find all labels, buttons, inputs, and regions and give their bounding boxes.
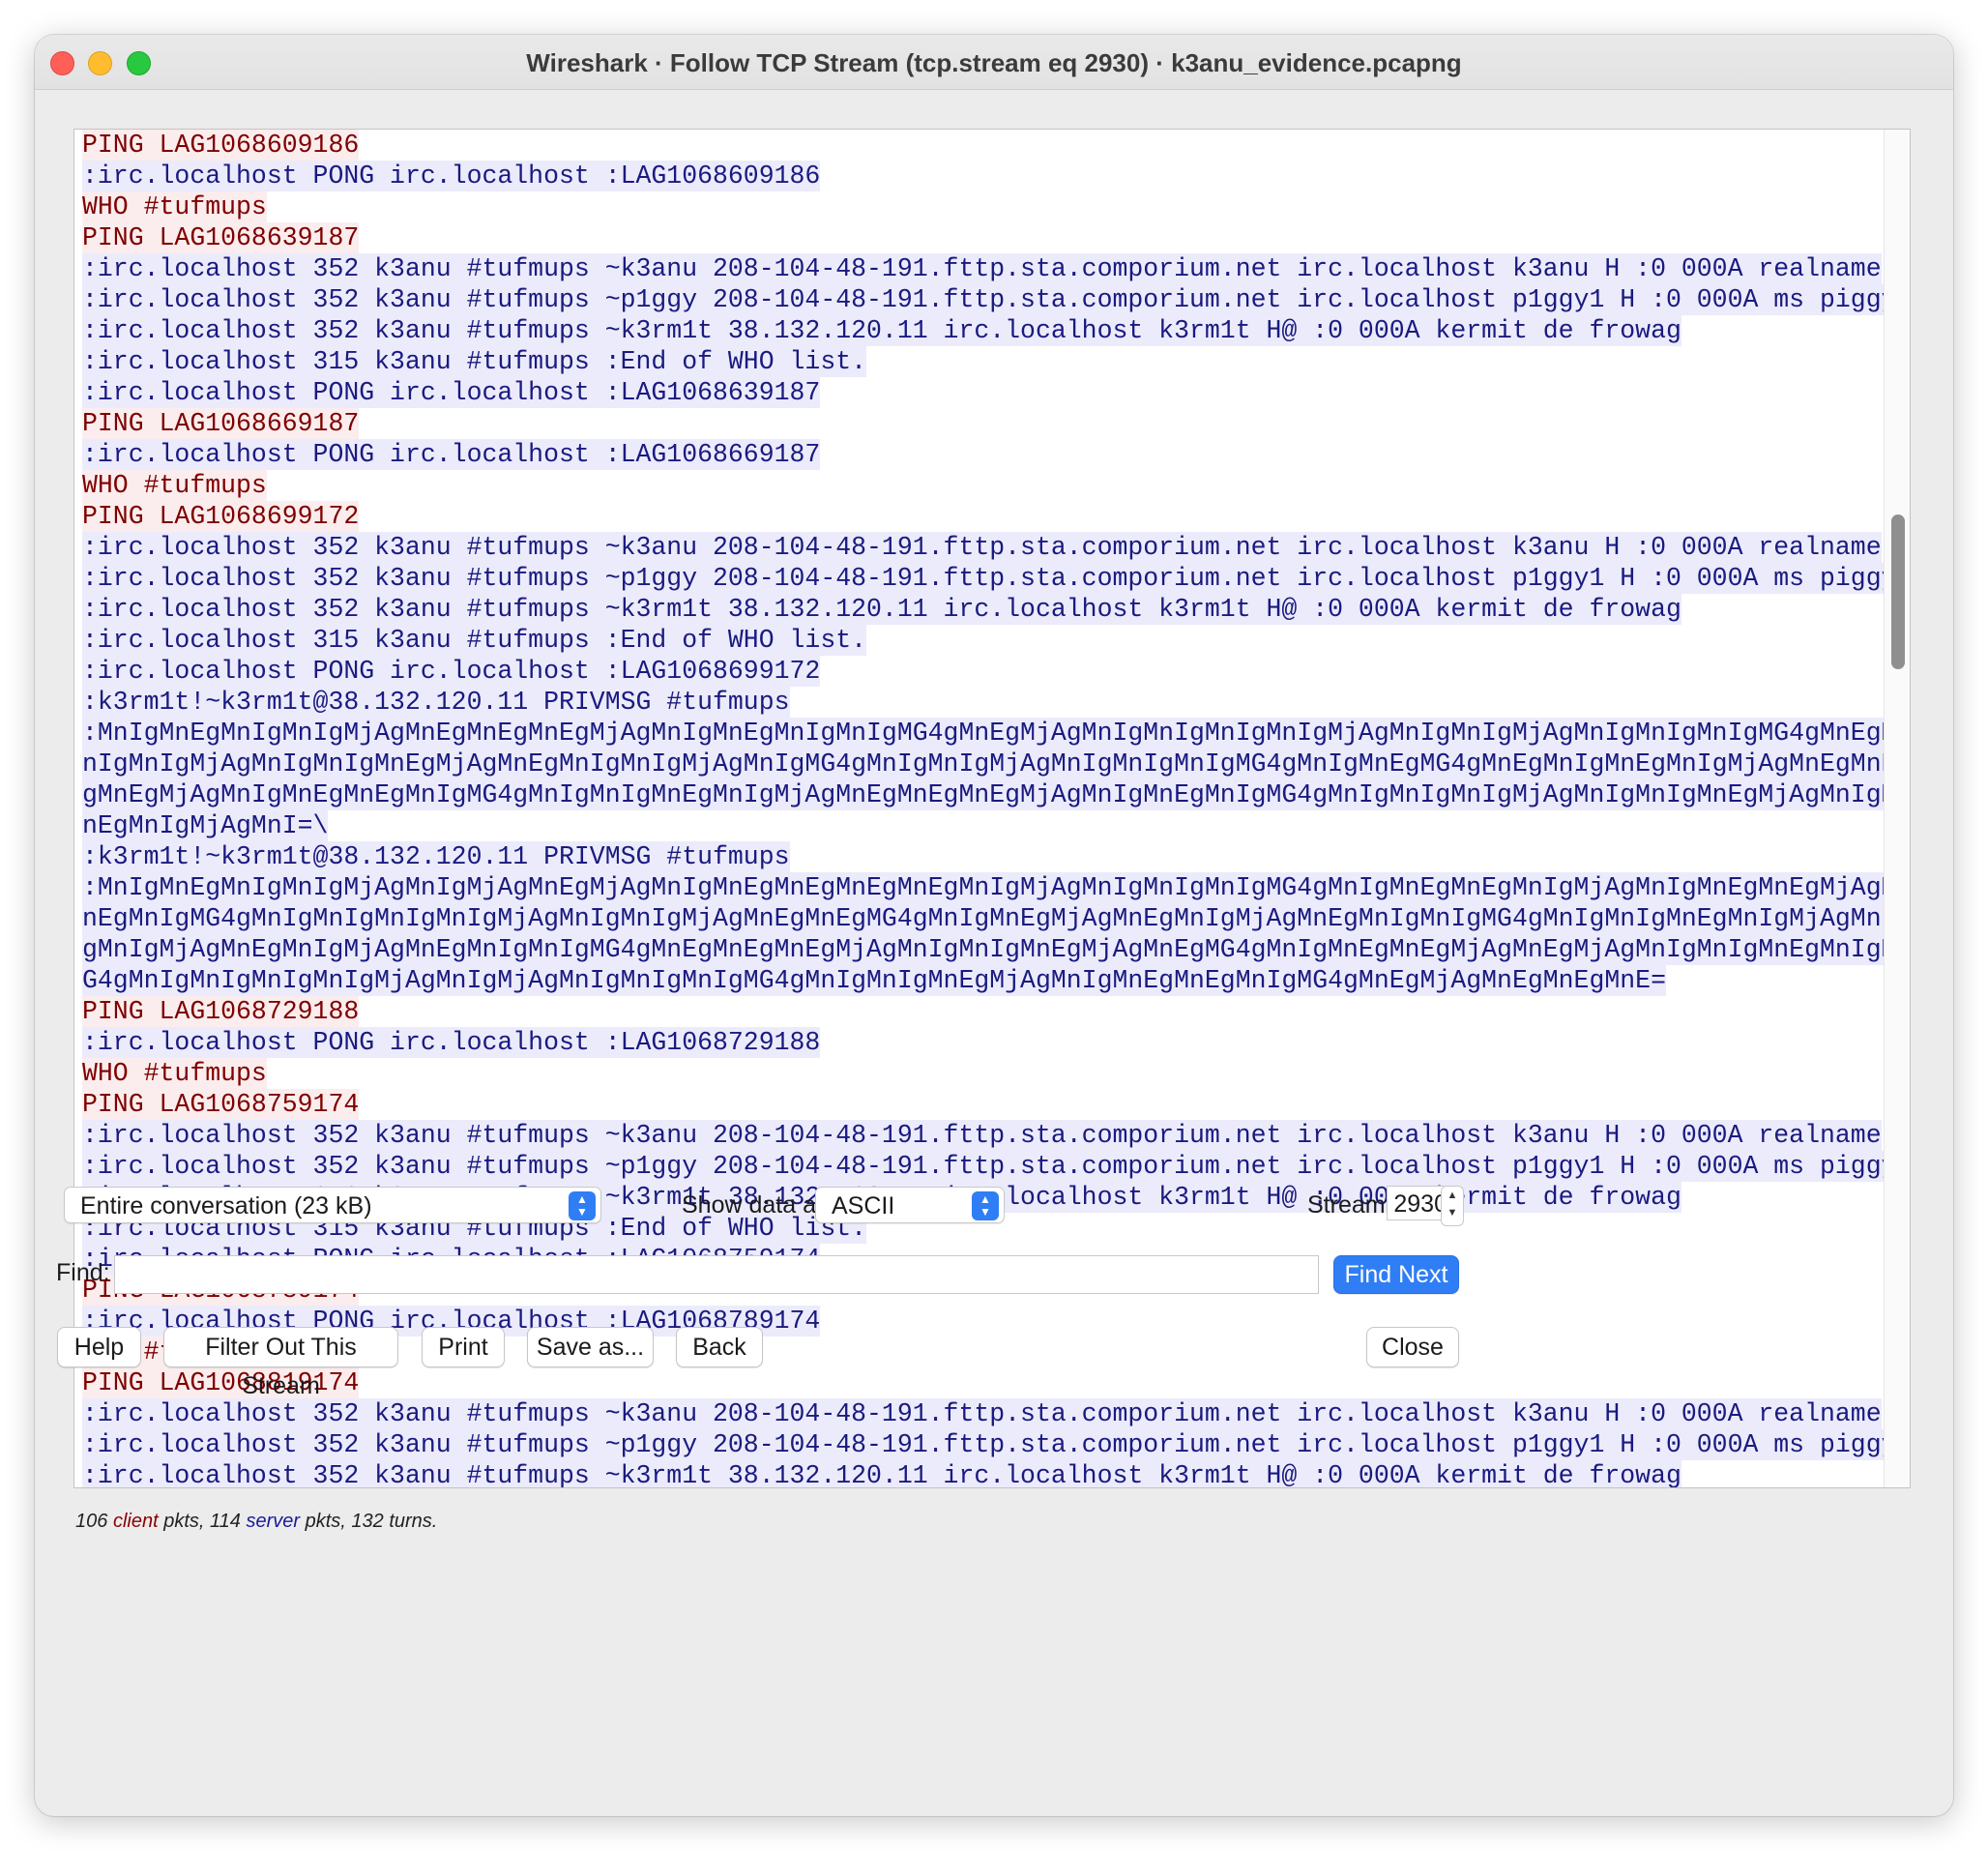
server-packet-suffix: pkts, 132 turns.: [305, 1511, 438, 1532]
server-stream-line: :irc.localhost 315 k3anu #tufmups :End o…: [82, 625, 867, 656]
stream-label: Stream: [1307, 1191, 1386, 1219]
client-stream-line: PING LAG1068759174: [82, 1089, 360, 1120]
server-stream-line: :irc.localhost 352 k3anu #tufmups ~k3anu…: [82, 532, 1882, 563]
conversation-select[interactable]: Entire conversation (23 kB) ▲ ▼: [64, 1187, 601, 1223]
server-stream-line: nIgMnIgMjAgMnIgMnIgMnEgMjAgMnEgMnIgMnIgM…: [82, 749, 1897, 779]
server-stream-line: :irc.localhost 352 k3anu #tufmups ~k3anu…: [82, 1398, 1882, 1429]
server-stream-line: :irc.localhost 352 k3anu #tufmups ~k3rm1…: [82, 1460, 1681, 1487]
client-stream-line: WHO #tufmups: [82, 470, 267, 501]
chevron-up-icon[interactable]: ▲: [1442, 1187, 1463, 1204]
find-input[interactable]: [114, 1255, 1319, 1294]
server-stream-line: gMnIgMjAgMnEgMnIgMjAgMnEgMnIgMnIgMG4gMnE…: [82, 934, 1897, 965]
server-stream-line: gMnEgMjAgMnIgMnEgMnEgMnIgMG4gMnIgMnIgMnE…: [82, 779, 1897, 810]
server-packet-count: 114: [210, 1511, 241, 1532]
scrollbar-thumb[interactable]: [1891, 514, 1905, 669]
client-packet-suffix: pkts,: [163, 1511, 205, 1532]
back-button[interactable]: Back: [676, 1327, 763, 1367]
chevron-down-icon[interactable]: ▼: [1442, 1204, 1463, 1221]
filter-out-stream-button[interactable]: Filter Out This Stream: [163, 1327, 398, 1399]
server-stream-line: :MnIgMnEgMnIgMnIgMjAgMnEgMnEgMnEgMjAgMnI…: [82, 718, 1897, 749]
help-button[interactable]: Help: [57, 1327, 141, 1367]
stream-stepper[interactable]: ▲ ▼: [1441, 1186, 1464, 1226]
show-data-as-label: Show data as: [682, 1191, 829, 1219]
server-stream-line: :irc.localhost 352 k3anu #tufmups ~k3anu…: [82, 253, 1882, 284]
client-stream-line: PING LAG1068729188: [82, 996, 360, 1027]
client-stream-line: PING LAG1068639187: [82, 222, 360, 253]
server-stream-line: :irc.localhost 352 k3anu #tufmups ~p1ggy…: [82, 1151, 1897, 1182]
server-stream-line: :irc.localhost 352 k3anu #tufmups ~k3rm1…: [82, 315, 1681, 346]
vertical-scrollbar[interactable]: [1884, 130, 1910, 1487]
client-stream-line: PING LAG1068609186: [82, 130, 360, 161]
client-stream-line: WHO #tufmups: [82, 191, 267, 222]
server-stream-line: :irc.localhost PONG irc.localhost :LAG10…: [82, 439, 821, 470]
chevron-updown-icon: ▲ ▼: [972, 1191, 999, 1220]
save-as-button[interactable]: Save as...: [527, 1327, 654, 1367]
title-bar: Wireshark · Follow TCP Stream (tcp.strea…: [35, 35, 1953, 90]
client-packet-count: 106: [75, 1511, 108, 1532]
server-stream-line: :irc.localhost 352 k3anu #tufmups ~p1ggy…: [82, 1429, 1897, 1460]
conversation-select-value: Entire conversation (23 kB): [80, 1192, 372, 1219]
print-button[interactable]: Print: [422, 1327, 505, 1367]
find-label: Find:: [56, 1259, 110, 1286]
server-stream-line: :irc.localhost PONG irc.localhost :LAG10…: [82, 377, 821, 408]
server-stream-line: :irc.localhost PONG irc.localhost :LAG10…: [82, 1027, 821, 1058]
client-stream-line: PING LAG1068669187: [82, 408, 360, 439]
client-stream-line: PING LAG1068699172: [82, 501, 360, 532]
client-stream-line: WHO #tufmups: [82, 1058, 267, 1089]
window-title: Wireshark · Follow TCP Stream (tcp.strea…: [526, 48, 1462, 77]
find-next-button[interactable]: Find Next: [1333, 1255, 1459, 1294]
server-stream-line: G4gMnIgMnIgMnIgMnIgMjAgMnIgMjAgMnIgMnIgM…: [82, 965, 1666, 996]
server-stream-line: :k3rm1t!~k3rm1t@38.132.120.11 PRIVMSG #t…: [82, 687, 790, 718]
server-stream-line: :irc.localhost 352 k3anu #tufmups ~k3anu…: [82, 1120, 1882, 1151]
server-stream-line: nEgMnIgMG4gMnIgMnIgMnIgMnIgMjAgMnIgMnIgM…: [82, 903, 1897, 934]
server-stream-line: :MnIgMnEgMnIgMnIgMjAgMnIgMjAgMnEgMjAgMnI…: [82, 872, 1897, 903]
server-stream-line: :irc.localhost PONG irc.localhost :LAG10…: [82, 161, 821, 191]
close-button[interactable]: Close: [1366, 1327, 1459, 1367]
server-stream-line: :k3rm1t!~k3rm1t@38.132.120.11 PRIVMSG #t…: [82, 841, 790, 872]
chevron-updown-icon: ▲ ▼: [569, 1191, 596, 1220]
follow-tcp-stream-window: Wireshark · Follow TCP Stream (tcp.strea…: [35, 35, 1953, 1816]
show-data-as-value: ASCII: [832, 1192, 895, 1219]
server-stream-line: :irc.localhost 352 k3anu #tufmups ~p1ggy…: [82, 284, 1897, 315]
show-data-as-select[interactable]: ASCII ▲ ▼: [815, 1187, 1005, 1223]
client-label: client: [112, 1511, 159, 1532]
packet-stats: 106 client pkts, 114 server pkts, 132 tu…: [75, 1511, 437, 1533]
server-stream-line: nEgMnIgMjAgMnI=\: [82, 810, 329, 841]
server-label: server: [246, 1511, 301, 1532]
server-stream-line: :irc.localhost 352 k3anu #tufmups ~k3rm1…: [82, 594, 1681, 625]
server-stream-line: :irc.localhost PONG irc.localhost :LAG10…: [82, 656, 821, 687]
server-stream-line: :irc.localhost 352 k3anu #tufmups ~p1ggy…: [82, 563, 1897, 594]
server-stream-line: :irc.localhost 315 k3anu #tufmups :End o…: [82, 346, 867, 377]
